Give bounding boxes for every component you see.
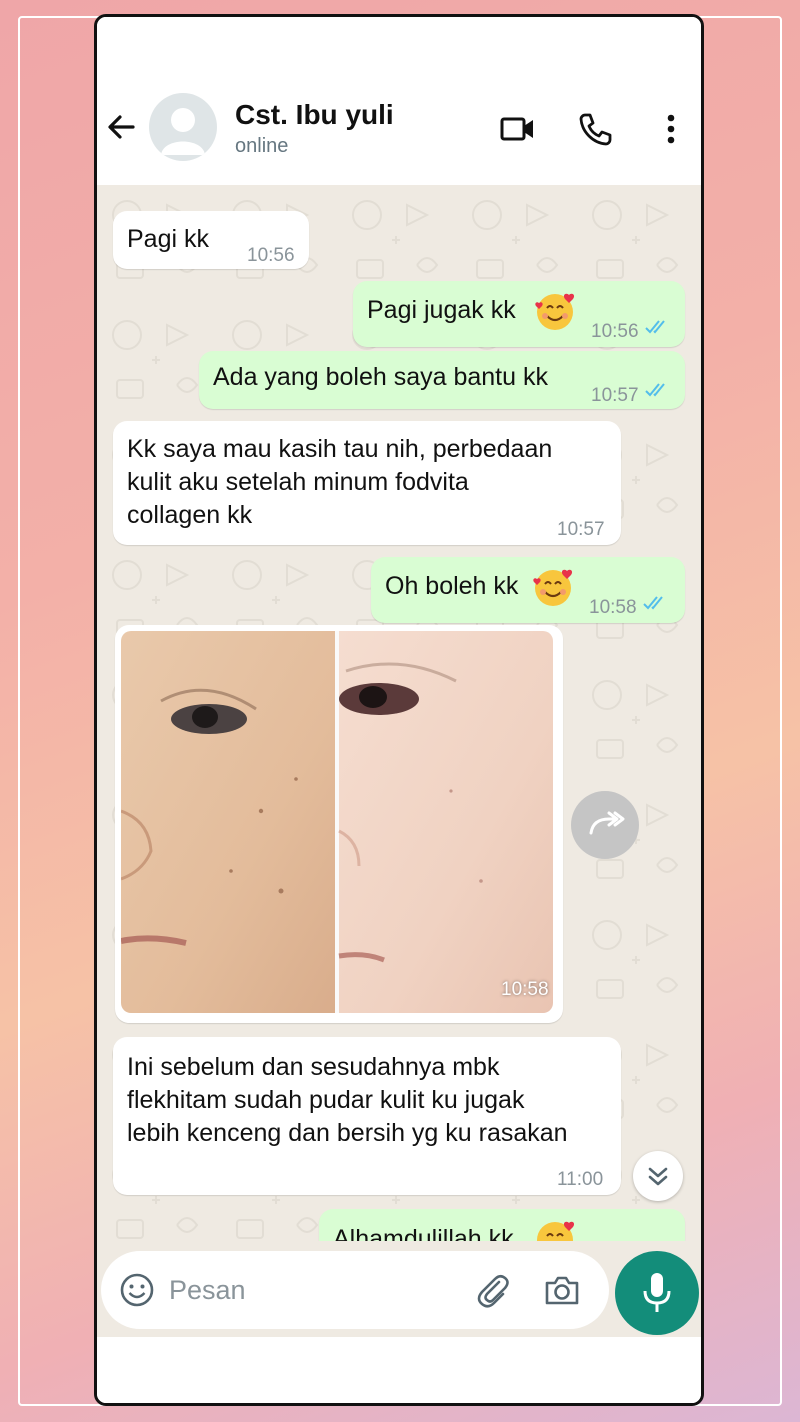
message-time: 10:57: [591, 385, 639, 406]
smiling-face-with-hearts-icon: [537, 1221, 575, 1241]
outgoing-message[interactable]: Alhamdulillah kk: [319, 1209, 685, 1241]
more-options-icon[interactable]: [651, 109, 691, 149]
voice-call-icon[interactable]: [575, 109, 615, 149]
message-input[interactable]: Pesan: [101, 1251, 609, 1329]
message-time: 11:00: [557, 1169, 604, 1190]
contact-status: online: [235, 135, 289, 157]
message-text: Pagi kk: [127, 225, 209, 253]
attachment-icon[interactable]: [475, 1272, 511, 1308]
outgoing-message[interactable]: Ada yang boleh saya bantu kk 10:57: [199, 351, 685, 409]
before-after-skin-photo[interactable]: [121, 631, 553, 1013]
message-text: Ini sebelum dan sesudahnya mbk flekhitam…: [127, 1051, 568, 1150]
message-time: 10:56: [591, 321, 639, 342]
message-line: kulit aku setelah minum fodvita: [127, 468, 469, 496]
message-time: 10:56: [247, 245, 295, 266]
message-text: Alhamdulillah kk: [333, 1225, 514, 1241]
bottom-blank-area: [97, 1337, 701, 1403]
chat-area[interactable]: Pagi kk 10:56 Pagi jugak kk 10:56 Ada ya…: [97, 185, 701, 1241]
camera-icon[interactable]: [543, 1272, 581, 1308]
incoming-photo-message[interactable]: 10:58: [115, 625, 563, 1023]
message-text: Pagi jugak kk: [367, 296, 516, 324]
message-line: flekhitam sudah pudar kulit ku jugak: [127, 1086, 525, 1114]
smiling-face-with-hearts-icon: [535, 293, 575, 330]
contact-name[interactable]: Cst. Ibu yuli: [235, 99, 394, 131]
forward-button[interactable]: [571, 791, 639, 859]
read-receipt-icon: [645, 383, 665, 397]
emoji-icon[interactable]: [119, 1272, 155, 1308]
message-text: Kk saya mau kasih tau nih, perbedaan kul…: [127, 433, 552, 532]
message-time: 10:57: [557, 519, 605, 540]
scroll-to-bottom-button[interactable]: [633, 1151, 683, 1201]
message-composer: Pesan: [97, 1241, 701, 1337]
message-line: lebih kenceng dan bersih yg ku rasakan: [127, 1119, 568, 1147]
message-placeholder: Pesan: [169, 1275, 246, 1305]
message-line: Ini sebelum dan sesudahnya mbk: [127, 1053, 500, 1081]
read-receipt-icon: [645, 320, 665, 334]
message-text: Ada yang boleh saya bantu kk: [213, 363, 548, 391]
message-time: 10:58: [589, 597, 637, 618]
message-line: collagen kk: [127, 501, 253, 529]
smiling-face-with-hearts-icon: [533, 569, 573, 606]
forward-icon: [589, 811, 625, 835]
message-text: Oh boleh kk: [385, 572, 519, 600]
default-avatar-icon: [161, 108, 205, 155]
double-chevron-down-icon: [648, 1167, 668, 1186]
video-call-icon[interactable]: [497, 109, 537, 149]
incoming-message[interactable]: Pagi kk 10:56: [113, 211, 309, 269]
voice-message-button[interactable]: [615, 1251, 699, 1335]
message-line: Kk saya mau kasih tau nih, perbedaan: [127, 435, 553, 463]
incoming-message[interactable]: Kk saya mau kasih tau nih, perbedaan kul…: [113, 421, 621, 545]
incoming-message[interactable]: Ini sebelum dan sesudahnya mbk flekhitam…: [113, 1037, 621, 1195]
outgoing-message[interactable]: Pagi jugak kk 10:56: [353, 281, 685, 347]
phone-screen: Cst. Ibu yuli online Pagi kk 10:56 Pagi …: [94, 14, 704, 1406]
chat-header: Cst. Ibu yuli online: [97, 17, 701, 185]
photo-time: 10:58: [501, 979, 549, 1000]
microphone-icon: [643, 1273, 671, 1312]
back-arrow-icon[interactable]: [103, 109, 139, 145]
avatar[interactable]: [149, 93, 217, 161]
outgoing-message[interactable]: Oh boleh kk 10:58: [371, 557, 685, 623]
read-receipt-icon: [643, 596, 663, 610]
